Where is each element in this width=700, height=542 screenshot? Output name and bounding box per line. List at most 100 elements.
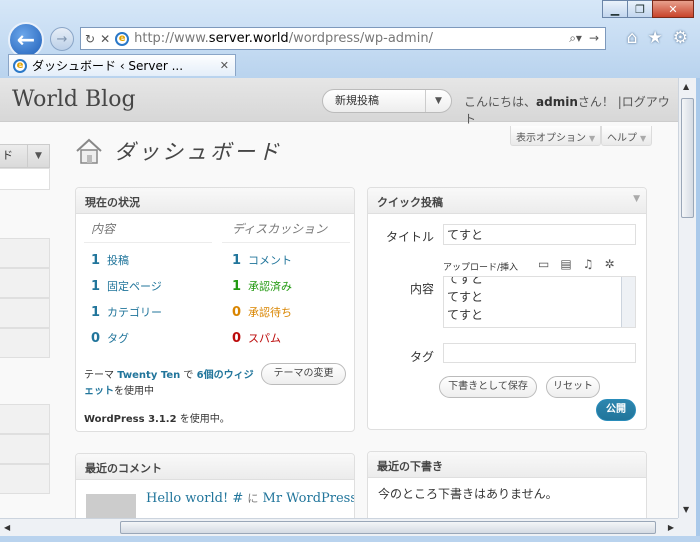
toggle-arrow-icon[interactable]: ▼ [633, 194, 640, 204]
content-textarea[interactable]: てすと てすと てすと [443, 276, 636, 328]
tab-close-icon[interactable]: ✕ [220, 59, 229, 72]
recent-drafts-title-text: 最近の下書き [377, 460, 443, 473]
comment-hash-link[interactable]: # [232, 491, 243, 506]
label: 承認待ち [248, 306, 292, 319]
menu-item[interactable] [0, 238, 50, 268]
content-row-posts[interactable]: 1 投稿 [91, 252, 129, 268]
ie-page-icon: e [115, 31, 130, 46]
title-input[interactable] [443, 224, 636, 245]
address-bar[interactable]: ↻ ✕ e http://www.server.world/wordpress/… [80, 27, 606, 50]
label: コメント [248, 254, 292, 267]
right-now-title-text: 現在の状況 [85, 196, 140, 209]
comment-on: に [247, 492, 259, 505]
scroll-left-icon[interactable]: ◀ [4, 523, 10, 532]
discussion-row-approved[interactable]: 1 承認済み [232, 278, 292, 294]
refresh-icon[interactable]: ↻ [85, 32, 95, 46]
upload-insert-label: アップロード/挿入 [443, 263, 519, 273]
screen-options-link[interactable]: 表示オプション ▼ [510, 126, 602, 146]
chevron-down-icon[interactable]: ▼ [425, 90, 451, 112]
comment-post-link[interactable]: Hello world! [146, 491, 228, 506]
blog-title[interactable]: World Blog [12, 87, 136, 112]
textarea-scrollbar[interactable] [621, 277, 635, 327]
favorites-star-icon[interactable]: ★ [648, 28, 663, 48]
vertical-scroll-thumb[interactable] [681, 98, 694, 218]
url-path: /wordpress/wp-admin/ [288, 31, 433, 46]
greeting-prefix: こんにちは、 [464, 95, 537, 109]
image-upload-icon[interactable]: ▭ [538, 257, 549, 271]
forward-button[interactable]: → [50, 27, 74, 51]
media-buttons: ▭ ▤ ♫ ✲ [538, 257, 615, 271]
save-draft-button[interactable]: 下書きとして保存 [439, 376, 537, 398]
scroll-up-icon[interactable]: ▲ [683, 82, 689, 91]
content-text: てすと てすと てすと [447, 277, 619, 324]
count: 1 [91, 253, 101, 268]
count: 0 [232, 305, 242, 320]
browser-chrome: ▁ ❐ ✕ ← → ↻ ✕ e http://www.server.world/… [0, 0, 700, 78]
wp-header: World Blog 新規投稿 ▼ こんにちは、adminさん！ |ログアウト [0, 78, 678, 126]
minimize-button[interactable]: ▁ [602, 0, 628, 18]
menu-item[interactable] [0, 328, 50, 358]
menu-item[interactable] [0, 434, 50, 464]
content-label: 内容 [409, 282, 434, 296]
count: 0 [91, 331, 101, 346]
horizontal-scrollbar[interactable]: ◀ ▶ [0, 518, 678, 536]
dashboard-home-icon [76, 138, 102, 164]
recent-comments-title[interactable]: 最近のコメント [76, 454, 354, 480]
content-row-tags[interactable]: 0 タグ [91, 330, 129, 346]
stop-icon[interactable]: ✕ [100, 32, 110, 46]
triangle-icon: ▼ [640, 134, 647, 143]
tags-input[interactable] [443, 343, 636, 363]
menu-item[interactable] [0, 268, 50, 298]
discussion-row-spam[interactable]: 0 スパム [232, 330, 281, 346]
recent-drafts-box: 最近の下書き 今のところ下書きはありません。 [367, 451, 647, 518]
right-now-title[interactable]: 現在の状況 [76, 188, 354, 214]
triangle-icon: ▼ [589, 134, 596, 143]
video-upload-icon[interactable]: ▤ [560, 257, 571, 271]
count: 1 [91, 279, 101, 294]
menu-dropdown[interactable]: ド ▼ [0, 144, 50, 168]
maximize-button[interactable]: ❐ [627, 0, 653, 18]
browser-tab[interactable]: e ダッシュボード ‹ Server ... ✕ [8, 54, 236, 76]
username-link[interactable]: admin [536, 95, 578, 109]
audio-upload-icon[interactable]: ♫ [583, 257, 594, 271]
menu-item[interactable] [0, 404, 50, 434]
url-text[interactable]: http://www.server.world/wordpress/wp-adm… [134, 31, 433, 46]
quick-press-box: クイック投稿 ▼ タイトル アップロード/挿入 ▭ ▤ ♫ ✲ 内容 てすと てす… [367, 187, 647, 430]
back-arrow-icon: ← [16, 27, 36, 53]
comment-author-link[interactable]: Mr WordPress [263, 491, 354, 506]
vertical-scrollbar[interactable]: ▲ ▼ [678, 78, 696, 518]
menu-item[interactable] [0, 298, 50, 328]
content-row-pages[interactable]: 1 固定ページ [91, 278, 162, 294]
scroll-down-icon[interactable]: ▼ [683, 505, 689, 514]
content-row-categories[interactable]: 1 カテゴリー [91, 304, 162, 320]
tools-gear-icon[interactable]: ⚙ [673, 28, 688, 48]
close-window-button[interactable]: ✕ [652, 0, 694, 18]
reset-button[interactable]: リセット [546, 376, 600, 398]
back-button[interactable]: ← [8, 22, 44, 58]
admin-menu: ド ▼ [0, 122, 50, 518]
change-theme-button[interactable]: テーマの変更 [261, 363, 346, 385]
quick-press-title[interactable]: クイック投稿 ▼ [368, 188, 646, 214]
divider [222, 242, 350, 243]
menu-item[interactable] [0, 464, 50, 494]
horizontal-scroll-thumb[interactable] [120, 521, 656, 534]
page-heading: ダッシュボード [74, 136, 282, 166]
scroll-right-icon[interactable]: ▶ [668, 523, 674, 532]
content-line: てすと [447, 308, 484, 322]
search-icon[interactable]: ⌕▾ [569, 31, 582, 46]
recent-drafts-title[interactable]: 最近の下書き [368, 452, 646, 478]
help-link[interactable]: ヘルプ ▼ [601, 126, 653, 146]
media-upload-icon[interactable]: ✲ [604, 257, 614, 271]
content-line: てすと [447, 290, 484, 304]
chevron-down-icon[interactable]: ▼ [27, 145, 49, 167]
favorite-actions-dropdown[interactable]: 新規投稿 ▼ [322, 89, 452, 113]
scrollbar-corner [678, 518, 696, 536]
discussion-row-pending[interactable]: 0 承認待ち [232, 304, 292, 320]
theme-mid: で [183, 370, 194, 381]
home-icon[interactable]: ⌂ [627, 28, 638, 48]
go-arrow-icon[interactable]: → [589, 31, 599, 46]
discussion-row-comments[interactable]: 1 コメント [232, 252, 292, 268]
publish-button[interactable]: 公開 [596, 399, 636, 421]
menu-item[interactable] [0, 168, 50, 190]
theme-name-link[interactable]: Twenty Ten [117, 370, 180, 381]
